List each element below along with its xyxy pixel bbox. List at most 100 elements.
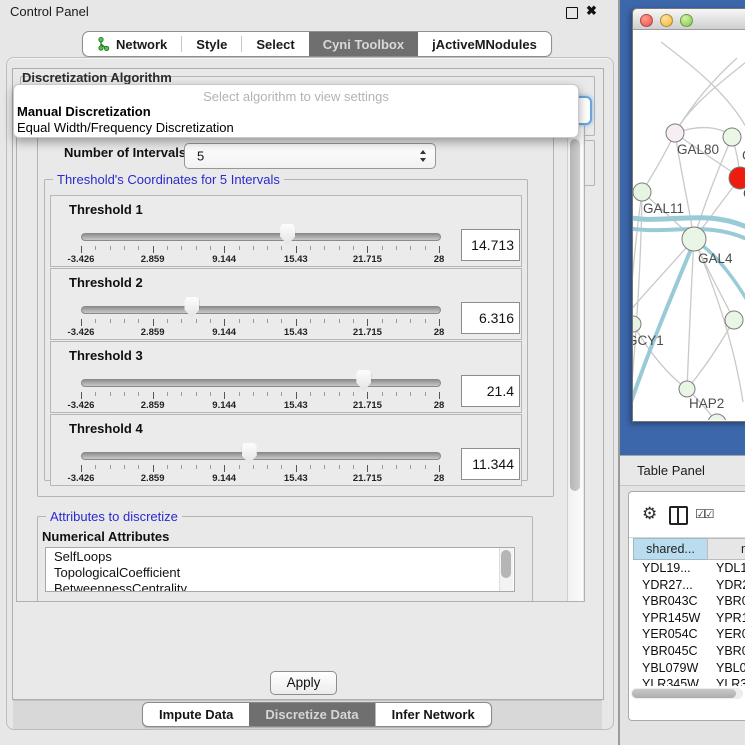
cell-name[interactable]: YLR3 [716, 676, 745, 686]
float-window-icon[interactable] [566, 7, 578, 19]
cell-shared-name[interactable]: YPR145W [642, 610, 700, 627]
table-row[interactable]: YPR145W YPR1 [630, 610, 745, 627]
table-row[interactable]: YBL079W YBL0 [630, 660, 745, 677]
node[interactable] [725, 311, 743, 329]
gear-icon[interactable]: ⚙ [642, 505, 657, 522]
cell-name[interactable]: YBR0 [716, 593, 745, 610]
minimize-traffic-light[interactable] [660, 14, 673, 27]
table-row[interactable]: YBR043C YBR0 [630, 593, 745, 610]
table-horizontal-scrollbar[interactable] [631, 688, 743, 699]
slider-tick [367, 319, 368, 326]
close-icon[interactable]: ✖ [586, 3, 597, 19]
cell-name[interactable]: YDR2 [716, 577, 745, 594]
column-header-name[interactable]: na [707, 538, 745, 560]
tab-discretize-data[interactable]: Discretize Data [249, 703, 374, 726]
table-row[interactable]: YBR045C YBR0 [630, 643, 745, 660]
numerical-attributes-list[interactable]: SelfLoopsTopologicalCoefficientBetweenne… [45, 547, 515, 592]
slider-tick [239, 319, 240, 323]
slider-tick [81, 392, 82, 399]
attribute-list-item[interactable]: BetweennessCentrality [46, 581, 514, 592]
algorithm-prompt-option[interactable]: Select algorithm to view settings [14, 89, 578, 104]
cell-shared-name[interactable]: YLR345W [642, 676, 699, 686]
network-edge[interactable] [675, 62, 745, 133]
node[interactable] [723, 128, 741, 146]
option-equal-width-frequency[interactable]: Equal Width/Frequency Discretization [17, 120, 234, 135]
threshold-1-slider-track[interactable] [81, 233, 441, 241]
tab-style[interactable]: Style [182, 32, 241, 56]
table-row[interactable]: YLR345W YLR3 [630, 676, 745, 686]
cytoscape-desktop: GAL80GCGAL11GAL4HGCY1HAP2 [620, 0, 745, 455]
network-canvas[interactable]: GAL80GCGAL11GAL4HGCY1HAP2 [633, 30, 745, 420]
table-panel-header[interactable]: Table Panel [620, 456, 745, 486]
cell-shared-name[interactable]: YDR27... [642, 577, 693, 594]
cell-shared-name[interactable]: YBR045C [642, 643, 698, 660]
slider-tick [138, 319, 139, 323]
table-row[interactable]: YDR27... YDR2 [630, 577, 745, 594]
threshold-4-slider-thumb[interactable] [242, 443, 257, 464]
slider-tick [239, 465, 240, 469]
HAP2-node[interactable] [679, 381, 695, 397]
slider-tick [425, 392, 426, 396]
threshold-3-slider-thumb[interactable] [356, 370, 371, 391]
network-view-window[interactable]: GAL80GCGAL11GAL4HGCY1HAP2 [632, 8, 745, 422]
table-row[interactable]: YER054C YER0 [630, 626, 745, 643]
tab-cyni-toolbox[interactable]: Cyni Toolbox [309, 32, 418, 56]
threshold-1-slider-thumb[interactable] [280, 224, 295, 245]
tab-select[interactable]: Select [242, 32, 308, 56]
slider-scale-label: -3.426 [68, 254, 95, 265]
slider-tick [296, 392, 297, 399]
slider-tick [81, 319, 82, 326]
cell-shared-name[interactable]: YDL19... [642, 560, 691, 577]
threshold-3-value-field[interactable]: 21.4 [461, 375, 520, 407]
table-row[interactable]: YDL19... YDL1 [630, 560, 745, 577]
threshold-2-value-field[interactable]: 6.316 [461, 302, 520, 334]
apply-button[interactable]: Apply [270, 671, 337, 695]
cell-name[interactable]: YDL1 [716, 560, 745, 577]
threshold-3-slider-track[interactable] [81, 379, 441, 387]
column-header-shared-name[interactable]: shared... [633, 538, 708, 560]
network-edge[interactable] [661, 42, 745, 127]
slider-tick [81, 246, 82, 253]
tab-impute-data[interactable]: Impute Data [143, 703, 249, 726]
panel-scrollbar[interactable] [567, 121, 583, 601]
number-of-intervals-combobox[interactable]: 5 [184, 143, 436, 169]
network-window-titlebar[interactable] [633, 9, 745, 30]
zoom-traffic-light[interactable] [680, 14, 693, 27]
GCY1-node[interactable] [633, 316, 641, 332]
tab-infer-network[interactable]: Infer Network [375, 703, 491, 726]
cell-name[interactable]: YER0 [716, 626, 745, 643]
cell-shared-name[interactable]: YBR043C [642, 593, 698, 610]
select-columns-checkboxes-icon[interactable]: ☑☑ [695, 507, 713, 521]
option-manual-discretization[interactable]: Manual Discretization [17, 104, 151, 119]
network-edge-highlighted[interactable] [696, 241, 745, 300]
GAL80-node[interactable] [666, 124, 684, 142]
table-horizontal-scrollbar-thumb[interactable] [632, 689, 736, 698]
slider-tick [439, 392, 440, 399]
network-edge[interactable] [642, 133, 675, 192]
close-traffic-light[interactable] [640, 14, 653, 27]
threshold-4-slider-track[interactable] [81, 452, 441, 460]
cell-name[interactable]: YBL0 [716, 660, 745, 677]
cell-shared-name[interactable]: YER054C [642, 626, 698, 643]
control-panel-titlebar[interactable]: Control Panel ✖ [0, 0, 618, 24]
threshold-2-slider-thumb[interactable] [184, 297, 199, 318]
cell-shared-name[interactable]: YBL079W [642, 660, 698, 677]
list-scrollbar-thumb[interactable] [501, 550, 511, 578]
list-scrollbar[interactable] [499, 548, 513, 591]
threshold-2-slider-track[interactable] [81, 306, 441, 314]
GAL4-node[interactable] [682, 227, 706, 251]
panel-scrollbar-thumb[interactable] [570, 139, 580, 491]
cell-name[interactable]: YPR1 [716, 610, 745, 627]
columns-icon[interactable] [669, 506, 688, 525]
threshold-4-value-field[interactable]: 11.344 [461, 448, 520, 480]
attribute-list-item[interactable]: TopologicalCoefficient [46, 565, 514, 581]
settings-scroll-panel: Interval Definition Number of Intervals … [16, 120, 585, 602]
tab-network[interactable]: Network [83, 32, 181, 56]
tab-jactivemnodules[interactable]: jActiveMNodules [418, 32, 551, 56]
threshold-1-value-field[interactable]: 14.713 [461, 229, 520, 261]
cell-name[interactable]: YBR0 [716, 643, 745, 660]
network-edge[interactable] [633, 239, 694, 317]
network-edge-highlighted[interactable] [633, 215, 745, 228]
attribute-list-item[interactable]: SelfLoops [46, 549, 514, 565]
GAL11-node[interactable] [633, 183, 651, 201]
